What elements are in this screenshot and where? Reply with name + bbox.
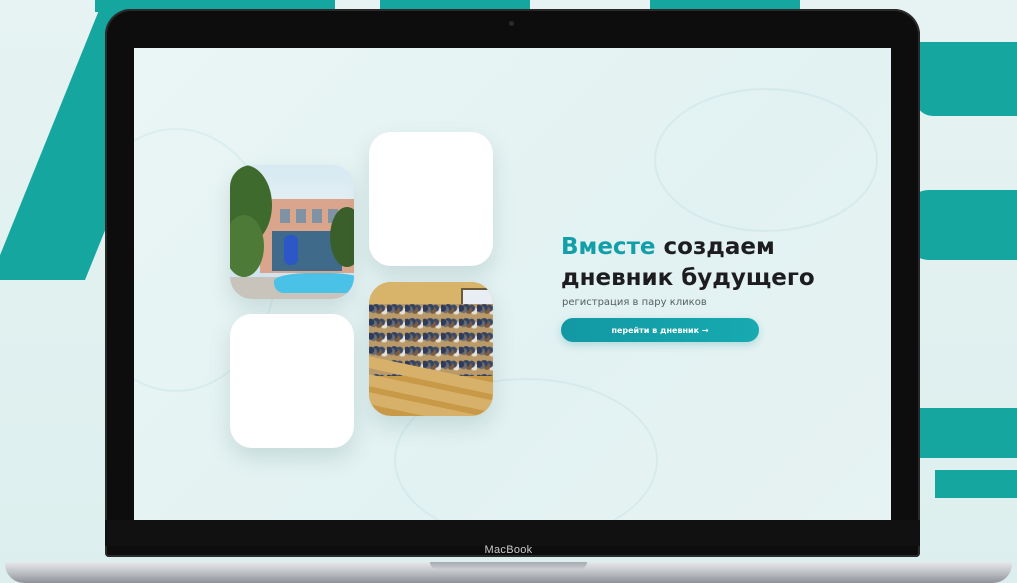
tile-blank bbox=[230, 314, 354, 448]
tile-photo-building bbox=[230, 165, 354, 299]
tile-blank bbox=[369, 132, 493, 266]
laptop-bottom-bezel bbox=[105, 520, 920, 546]
background-letter-shape bbox=[935, 470, 1017, 498]
camera-icon bbox=[509, 21, 514, 26]
marketing-stage: MacBook Вместе создаем дневник будущего … bbox=[0, 0, 1017, 583]
laptop-base-notch bbox=[430, 562, 587, 569]
background-letter-shape bbox=[915, 408, 1017, 458]
tile-photo-lecture-hall bbox=[369, 282, 493, 416]
hero-title-rest: создаем bbox=[655, 234, 775, 260]
background-letter-shape bbox=[905, 190, 1017, 260]
hero-title: Вместе создаем дневник будущего bbox=[561, 232, 861, 294]
go-to-diary-button[interactable]: перейти в дневник → bbox=[561, 318, 759, 342]
laptop-brand-label: MacBook bbox=[484, 544, 533, 556]
background-swirl bbox=[654, 88, 878, 232]
background-letter-shape bbox=[915, 42, 1017, 116]
hero-title-accent: Вместе bbox=[561, 234, 656, 260]
hero-title-line2: дневник будущего bbox=[561, 265, 815, 291]
hero-subtitle: регистрация в пару кликов bbox=[562, 297, 707, 308]
lecture-hall-photo bbox=[369, 282, 493, 416]
building-photo bbox=[230, 165, 354, 299]
